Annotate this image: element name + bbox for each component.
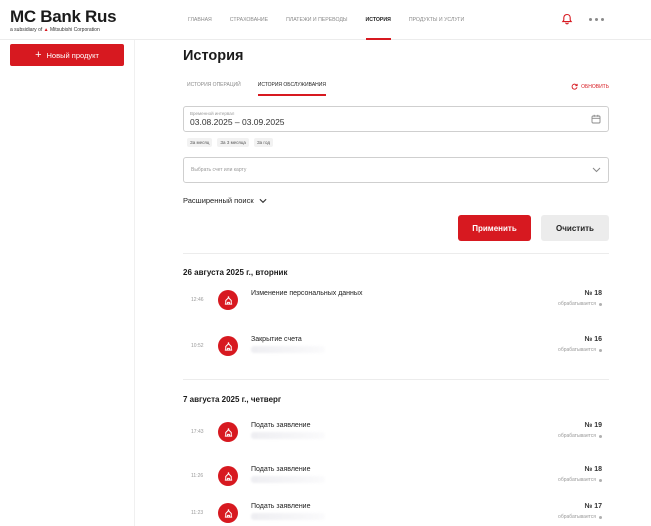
service-request-icon [218,336,238,356]
chevron-down-icon [259,198,267,203]
list-item[interactable]: 11:26 Подать заявление № 18 обрабатывает… [183,464,609,488]
item-status: обрабатывается [558,514,596,520]
top-bar: MC Bank Rus a subsidiary of ▲ Mitsubishi… [0,0,651,40]
quick-range-chips: За месяц За 3 месяца За год [187,138,273,147]
date-range-value: 03.08.2025 – 03.09.2025 [190,117,285,127]
refresh-button[interactable]: Обновить [571,83,609,90]
nav-item-main[interactable]: Главная [188,0,221,40]
item-time: 11:26 [191,473,204,479]
new-product-label: Новый продукт [46,50,99,60]
divider [183,379,609,380]
item-status: обрабатывается [558,477,596,483]
item-title: Подать заявление [251,503,311,510]
calendar-icon[interactable] [591,114,601,124]
blurred-account-details [251,432,325,439]
item-number: № 16 [584,336,602,343]
group-date-heading: 7 августа 2025 г., четверг [183,395,282,404]
group-date-heading: 26 августа 2025 г., вторник [183,268,288,277]
item-time: 10:52 [191,343,204,349]
list-item[interactable]: 10:52 Закрытие счета № 16 обрабатывается [183,334,609,358]
service-request-icon [218,422,238,442]
history-tabs: История операций История обслуживания [187,82,326,96]
main-nav: Главная Страхование Платежи и переводы И… [188,0,473,40]
item-time: 11:23 [191,510,204,516]
item-number: № 19 [584,422,602,429]
chevron-down-icon [592,167,601,173]
blurred-account-details [251,346,325,353]
status-badge: обрабатывается [558,301,602,307]
more-menu-icon[interactable] [586,12,606,26]
mitsubishi-mark-icon: ▲ [43,27,49,33]
item-number: № 18 [584,290,602,297]
bank-logo[interactable]: MC Bank Rus a subsidiary of ▲ Mitsubishi… [10,7,117,33]
item-title: Подать заявление [251,422,311,429]
clear-button[interactable]: Очистить [541,215,609,241]
sidebar: + Новый продукт [0,40,135,526]
item-title: Закрытие счета [251,336,302,343]
status-badge: обрабатывается [558,477,602,483]
chip-3-months[interactable]: За 3 месяца [217,138,249,147]
chip-month[interactable]: За месяц [187,138,213,147]
service-request-icon [218,503,238,523]
status-badge: обрабатывается [558,347,602,353]
apply-button[interactable]: Применить [458,215,531,241]
tab-service-history[interactable]: История обслуживания [257,82,326,96]
nav-item-insurance[interactable]: Страхование [221,0,277,40]
logo-subtitle-brand: Mitsubishi Corporation [49,27,100,33]
item-title: Изменение персональных данных [251,290,363,297]
item-time: 17:43 [191,429,204,435]
list-item[interactable]: 11:23 Подать заявление № 17 обрабатывает… [183,501,609,525]
nav-item-payments[interactable]: Платежи и переводы [277,0,356,40]
divider [183,253,609,254]
account-select[interactable]: Выбрать счет или карту [183,157,609,183]
logo-subtitle: a subsidiary of ▲ Mitsubishi Corporation [10,27,116,33]
item-time: 12:46 [191,297,204,303]
status-badge: обрабатывается [558,514,602,520]
nav-item-history[interactable]: История [357,0,400,40]
refresh-icon [571,83,578,90]
item-number: № 18 [584,466,602,473]
new-product-button[interactable]: + Новый продукт [10,44,124,66]
date-range-field[interactable]: Временной интервал 03.08.2025 – 03.09.20… [183,106,609,132]
tab-operations-history[interactable]: История операций [187,82,241,96]
item-status: обрабатывается [558,433,596,439]
list-item[interactable]: 12:46 Изменение персональных данных № 18… [183,288,609,312]
logo-subtitle-prefix: a subsidiary of [10,27,43,33]
account-select-placeholder: Выбрать счет или карту [191,167,247,173]
logo-title: MC Bank Rus [10,7,117,26]
item-status: обрабатывается [558,347,596,353]
advanced-search-label: Расширенный поиск [183,196,254,205]
notification-bell-icon[interactable] [561,13,573,25]
date-range-label: Временной интервал [190,111,235,116]
item-number: № 17 [584,503,602,510]
plus-icon: + [35,48,42,61]
service-request-icon [218,290,238,310]
page-title: История [183,48,244,64]
item-title: Подать заявление [251,466,311,473]
list-item[interactable]: 17:43 Подать заявление № 19 обрабатывает… [183,420,609,444]
chip-year[interactable]: За год [253,138,273,147]
nav-item-products[interactable]: Продукты и услуги [400,0,473,40]
advanced-search-toggle[interactable]: Расширенный поиск [183,196,267,205]
blurred-account-details [251,476,325,483]
item-status: обрабатывается [558,301,596,307]
service-request-icon [218,466,238,486]
blurred-account-details [251,513,325,520]
status-badge: обрабатывается [558,433,602,439]
refresh-label: Обновить [581,83,609,90]
